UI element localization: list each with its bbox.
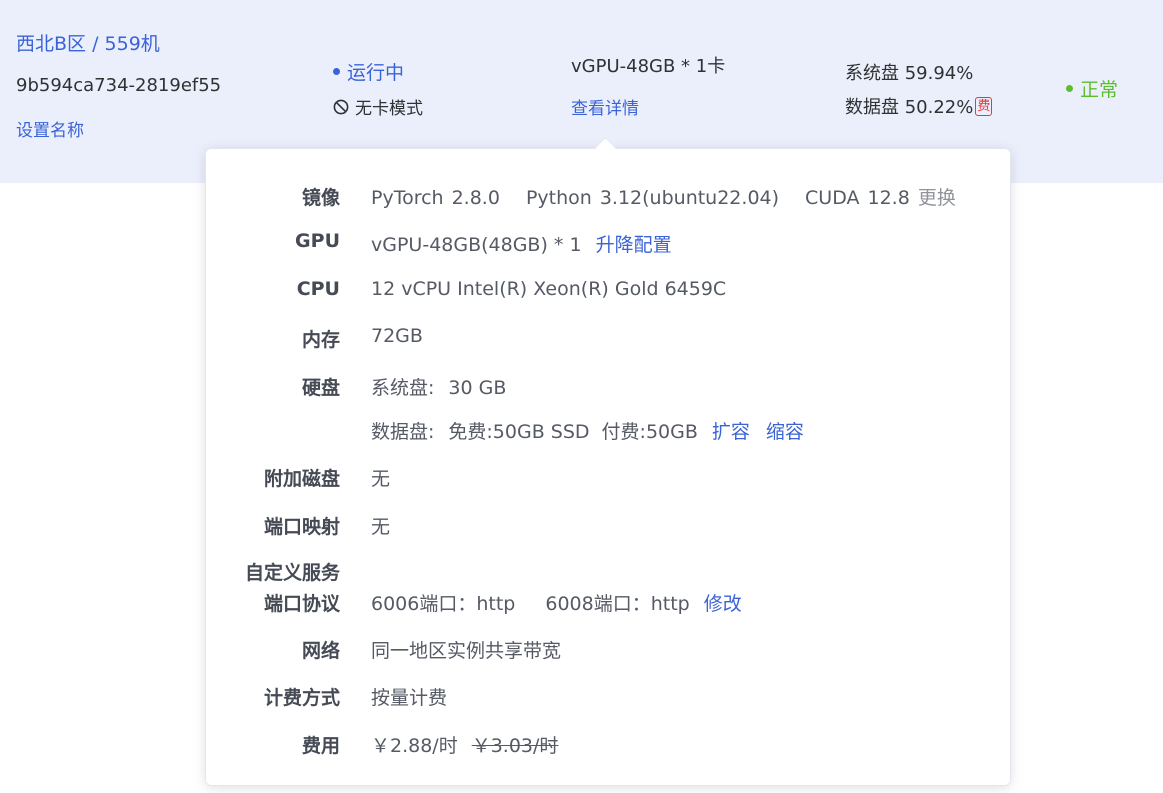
system-disk-value: 系统盘: 30 GB xyxy=(371,373,506,400)
framework-version: 2.8.0 xyxy=(451,187,500,209)
memory-label: 内存 xyxy=(301,329,340,351)
expand-disk-link[interactable]: 扩容 xyxy=(712,421,750,443)
memory-value: 72GB xyxy=(371,325,423,347)
no-gpu-mode-label: 无卡模式 xyxy=(355,99,423,119)
port-mapping-label: 端口映射 xyxy=(263,516,340,538)
system-disk-usage: 系统盘 59.94% xyxy=(845,63,974,84)
cpu-value: 12 vCPU Intel(R) Xeon(R) Gold 6459C xyxy=(371,278,727,300)
data-disk-free: 免费:50GB SSD xyxy=(448,421,590,443)
cost-value: ￥2.88/时 ￥3.03/时 xyxy=(371,731,558,758)
image-value: PyTorch 2.8.0 Python 3.12(ubuntu22.04) CUDA 1… xyxy=(371,183,956,210)
upgrade-config-link[interactable]: 升降配置 xyxy=(596,234,672,256)
network-value: 同一地区实例共享带宽 xyxy=(371,640,562,662)
gpu-summary: vGPU-48GB * 1卡 xyxy=(571,56,726,77)
cost-label: 费用 xyxy=(301,735,340,757)
original-price: ￥3.03/时 xyxy=(471,735,559,757)
system-disk-size: 30 GB xyxy=(448,377,507,399)
change-image-link[interactable]: 更换 xyxy=(918,187,956,209)
framework-name: PyTorch xyxy=(371,187,444,209)
python-name: Python xyxy=(525,187,592,209)
extra-disk-label: 附加磁盘 xyxy=(263,468,340,490)
system-disk-label: 系统盘: xyxy=(371,377,435,399)
instance-id: 9b594ca734-2819ef55 xyxy=(16,75,222,96)
set-name-link[interactable]: 设置名称 xyxy=(16,116,84,141)
port-6008: 6008端口：http xyxy=(545,593,690,615)
network-label: 网络 xyxy=(301,640,340,662)
billing-value: 按量计费 xyxy=(371,687,448,709)
custom-service-label: 自定义服务 xyxy=(244,562,340,584)
port-mapping-value: 无 xyxy=(371,516,391,538)
port-6006: 6006端口：http xyxy=(371,593,516,615)
detail-popover: 镜像 PyTorch 2.8.0 Python 3.12(ubuntu22.04) CU… xyxy=(205,148,1011,786)
edit-ports-link[interactable]: 修改 xyxy=(704,593,742,615)
python-version: 3.12(ubuntu22.04) xyxy=(599,187,780,209)
gpu-value: vGPU-48GB(48GB) * 1 升降配置 xyxy=(371,230,672,257)
image-label: 镜像 xyxy=(301,187,340,209)
cuda-version: 12.8 xyxy=(867,187,910,209)
data-disk-paid: 付费:50GB xyxy=(601,421,698,443)
shrink-disk-link[interactable]: 缩容 xyxy=(766,421,804,443)
running-status: 运行中 xyxy=(333,58,404,85)
fee-badge: 费 xyxy=(975,96,993,116)
port-protocol-value: 6006端口：http 6008端口：http 修改 xyxy=(371,589,742,616)
disk-label: 硬盘 xyxy=(301,377,340,399)
ban-icon xyxy=(333,99,349,114)
gpu-spec: vGPU-48GB(48GB) * 1 xyxy=(371,234,582,256)
cpu-label: CPU xyxy=(296,278,340,300)
billing-label: 计费方式 xyxy=(263,687,340,709)
port-protocol-label: 端口协议 xyxy=(263,593,340,615)
current-price: ￥2.88/时 xyxy=(371,735,458,757)
health-status: 正常 xyxy=(1066,75,1118,102)
view-detail-link[interactable]: 查看详情 xyxy=(571,94,639,119)
data-disk-usage: 数据盘 50.22% 费 xyxy=(845,93,993,119)
data-disk-label: 数据盘: xyxy=(371,421,435,443)
region-link[interactable]: 西北B区 / 559机 xyxy=(16,29,160,56)
gpu-label: GPU xyxy=(295,230,340,252)
cuda-name: CUDA xyxy=(805,187,860,209)
data-disk-value: 数据盘: 免费:50GB SSD 付费:50GB 扩容 缩容 xyxy=(371,417,804,444)
no-gpu-mode: 无卡模式 xyxy=(333,94,423,119)
data-disk-usage-label: 数据盘 50.22% xyxy=(845,97,974,118)
extra-disk-value: 无 xyxy=(371,468,391,490)
